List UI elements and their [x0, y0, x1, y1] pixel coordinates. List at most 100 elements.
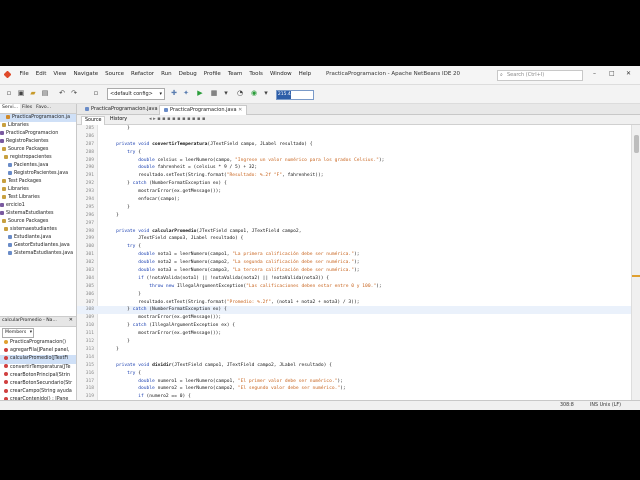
menu-item-source[interactable]: Source — [102, 71, 128, 77]
save-all-icon[interactable]: ▤ — [41, 89, 49, 97]
line-number: 310 — [85, 323, 94, 329]
tree-item[interactable]: SistemaEstudiantes — [0, 210, 76, 218]
tree-item[interactable]: Source Packages — [0, 218, 76, 226]
menu-item-refactor[interactable]: Refactor — [128, 71, 158, 77]
menu-item-window[interactable]: Window — [266, 71, 295, 77]
editor-scrollbar[interactable] — [631, 125, 640, 400]
navigator-member[interactable]: crearBotonSecundario(Str — [0, 380, 76, 388]
method-icon — [4, 364, 8, 369]
code-line: 296 } — [77, 212, 631, 220]
tree-item[interactable]: SistemaEstudiantes.java — [0, 250, 76, 258]
run-icon[interactable]: ▶ — [196, 89, 204, 97]
editor-tab[interactable]: PracticaProgramacion.java ✕ — [81, 105, 167, 114]
menu-bar: File Edit View Navigate Source Refactor Run Deb… — [16, 71, 315, 77]
tree-node-icon — [8, 170, 12, 175]
code-line: 318 double numero2 = leerNumero(campo2, … — [77, 385, 631, 393]
tree-item[interactable]: Pacientes.java — [0, 162, 76, 170]
tree-item[interactable]: ercicio1 — [0, 202, 76, 210]
close-panel-icon[interactable]: ✕ — [69, 317, 73, 323]
code-text: double numero1 = leerNumero(campo1, "El … — [138, 378, 343, 384]
navigator-member-label: agregarFila(JPanel panel, — [10, 348, 70, 354]
line-number: 311 — [85, 331, 94, 337]
navigator-member[interactable]: crearBotonPrincipal(Strin — [0, 372, 76, 380]
tree-item[interactable]: RegistroPacientes — [0, 138, 76, 146]
tab-history[interactable]: History — [107, 116, 130, 124]
redo-icon[interactable]: ↷ — [70, 89, 78, 97]
menu-item-view[interactable]: View — [50, 71, 70, 77]
tree-node-icon — [4, 154, 8, 159]
panel-tab[interactable]: Favo... — [34, 104, 53, 113]
navigator-member[interactable]: convertirTemperatura(JTe — [0, 364, 76, 372]
tree-item-label: RegistroPacientes.java — [14, 171, 69, 176]
editor-tab-label: PracticaProgramacion.java — [170, 107, 237, 113]
menu-item-debug[interactable]: Debug — [175, 71, 200, 77]
profile-icon[interactable]: ◔ — [236, 89, 244, 97]
tree-item[interactable]: Test Packages — [0, 178, 76, 186]
code-text: double celsius = leerNumero(campo, "Ingr… — [138, 157, 385, 163]
config-dropdown[interactable]: <default config> ▾ — [107, 88, 165, 100]
tree-item[interactable]: RegistroPacientes.java — [0, 170, 76, 178]
tree-item[interactable]: Estudiante.java — [0, 234, 76, 242]
code-line: 295 } — [77, 204, 631, 212]
navigator-member-label: crearBotonPrincipal(Strin — [10, 372, 71, 378]
code-line: 300 try { — [77, 243, 631, 251]
line-number: 313 — [85, 346, 94, 352]
close-icon[interactable]: ✕ — [626, 70, 631, 77]
code-text: enfocar(campo); — [105, 197, 180, 203]
tree-item[interactable]: sistemaestudiantes — [0, 226, 76, 234]
editor-toolbar-icons[interactable]: ◂ ▸ ▪ ▪ ▪ ▪ ▪ ▪ ▪ ▪ ▪ ▪ — [149, 116, 205, 122]
tree-item[interactable]: PracticaProgramacion.ja — [0, 114, 76, 122]
error-marker[interactable] — [632, 275, 640, 277]
panel-tab[interactable]: Files — [20, 104, 34, 113]
menu-item-navigate[interactable]: Navigate — [70, 71, 102, 77]
code-line: 316 try { — [77, 370, 631, 378]
search-input[interactable]: ⌕ Search (Ctrl+I) — [497, 70, 583, 81]
code-text: throw new IllegalArgumentException("Las … — [149, 283, 382, 289]
menu-item-file[interactable]: File — [16, 71, 32, 77]
panel-tab[interactable]: Servi... — [0, 104, 21, 113]
maximize-icon[interactable]: □ — [609, 70, 615, 77]
menu-item-profile[interactable]: Profile — [200, 71, 224, 77]
cursor-position: 308:8 — [560, 403, 574, 408]
open-project-icon[interactable]: ▰ — [29, 89, 37, 97]
editor-tab[interactable]: PracticaProgramacion.java ✕ — [159, 105, 248, 115]
scrollbar-thumb[interactable] — [634, 135, 639, 153]
line-number: 298 — [85, 228, 94, 234]
code-text: resultado.setText(String.format("Resulta… — [105, 173, 324, 179]
tree-item[interactable]: Libraries — [0, 122, 76, 130]
menu-item-edit[interactable]: Edit — [32, 71, 50, 77]
close-tab-icon[interactable]: ✕ — [237, 107, 242, 113]
new-file-icon[interactable]: ▫ — [5, 89, 13, 97]
new-project-icon[interactable]: ▣ — [17, 89, 25, 97]
menu-item-team[interactable]: Team — [224, 71, 246, 77]
navigator-member[interactable]: PracticaProgramacion() — [0, 339, 76, 347]
navigator-header: calcularPromedio - Na... ✕ — [0, 316, 76, 327]
line-number: 289 — [85, 157, 94, 163]
clean-build-icon[interactable]: ✦ — [182, 89, 190, 97]
menu-item-help[interactable]: Help — [295, 71, 315, 77]
code-text: } — [105, 291, 141, 297]
tree-item[interactable]: registropacientes — [0, 154, 76, 162]
tree-item[interactable]: GestorEstudiantes.java — [0, 242, 76, 250]
navigator-filter-dropdown[interactable]: Members ▾ — [2, 328, 34, 338]
tree-item[interactable]: Test Libraries — [0, 194, 76, 202]
debug-dropdown-icon[interactable]: ▾ — [222, 89, 230, 97]
code-text: } catch (IllegalArgumentException ex) { — [105, 323, 236, 329]
tree-item[interactable]: Source Packages — [0, 146, 76, 154]
build-hammer-icon[interactable]: ✚ — [170, 89, 178, 97]
menu-item-tools[interactable]: Tools — [246, 71, 267, 77]
minimize-icon[interactable]: – — [593, 70, 596, 77]
navigator-member[interactable]: calcularPromedio(JTextFi — [0, 355, 76, 364]
debug-icon[interactable]: ▦ — [210, 89, 218, 97]
menu-item-run[interactable]: Run — [158, 71, 176, 77]
undo-icon[interactable]: ↶ — [58, 89, 66, 97]
navigator-member[interactable]: crearCampo(String ayuda — [0, 388, 76, 396]
tree-item[interactable]: Libraries — [0, 186, 76, 194]
tree-item-label: Source Packages — [8, 147, 49, 152]
profile-run-icon[interactable]: ◉ — [250, 89, 258, 97]
navigator-member[interactable]: agregarFila(JPanel panel, — [0, 347, 76, 355]
code-editor[interactable]: 285 } 286 287 private void convertirTemper… — [77, 125, 631, 400]
tree-item[interactable]: PracticaProgramacion — [0, 130, 76, 138]
memory-indicator[interactable]: 215.4/556.0MB — [276, 90, 314, 100]
profile-dropdown-icon[interactable]: ▾ — [262, 89, 270, 97]
